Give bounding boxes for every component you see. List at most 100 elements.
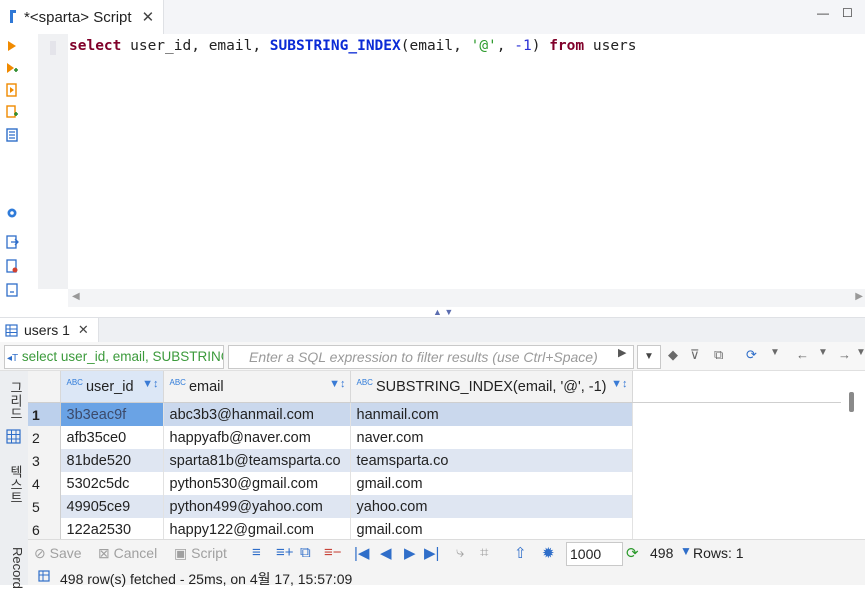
execute-script-new-tab-icon[interactable] — [5, 105, 19, 119]
maximize-icon[interactable]: ☐ — [842, 6, 853, 20]
refresh-mode-icon[interactable]: ⟳ — [746, 347, 757, 363]
cell-email[interactable]: python530@gmail.com — [163, 472, 351, 495]
sql-text: user_id, email, — [121, 38, 270, 54]
grid-view-icon[interactable] — [6, 429, 21, 444]
refresh-dropdown-icon[interactable]: ▼ — [770, 347, 780, 358]
save-icon: ⊘ — [34, 545, 46, 561]
cell-domain[interactable]: hanmail.com — [350, 402, 633, 426]
table-row[interactable]: 3 81bde520 sparta81b@teamsparta.co teams… — [28, 449, 841, 472]
side-tab-record[interactable]: Record — [3, 547, 25, 589]
column-header-email[interactable]: ABC email ▼↕ — [163, 371, 351, 403]
cell-user-id[interactable]: 81bde520 — [60, 449, 164, 472]
export-data-icon[interactable]: ⇧ — [514, 544, 527, 562]
explain-plan-icon[interactable] — [5, 128, 19, 142]
cell-email[interactable]: happyafb@naver.com — [163, 426, 351, 449]
scroll-left-icon[interactable]: ◀ — [72, 291, 80, 302]
side-tab-grid[interactable]: 그리드 — [3, 381, 25, 420]
edit-row-icon[interactable]: ≡ — [252, 544, 261, 561]
cell-email[interactable]: abc3b3@hanmail.com — [163, 402, 351, 426]
cell-user-id[interactable]: afb35ce0 — [60, 426, 164, 449]
sql-function: SUBSTRING_INDEX — [269, 38, 401, 54]
editor-action-gutter — [0, 34, 24, 309]
add-row-icon[interactable]: ≡+ — [276, 544, 294, 561]
side-tab-text[interactable]: 텍스트 — [3, 465, 25, 504]
column-header-substring-index[interactable]: ABC SUBSTRING_INDEX(email, '@', -1) ▼↕ — [350, 371, 633, 403]
table-row[interactable]: 4 5302c5dc python530@gmail.com gmail.com — [28, 472, 841, 495]
nav-back-icon[interactable]: ← — [796, 347, 809, 362]
close-icon[interactable]: ✕ — [78, 322, 89, 338]
result-grid[interactable]: ABC user_id ▼↕ ABC email ▼↕ ABC SUBSTRING_IND… — [28, 371, 841, 539]
sort-filter-icon[interactable]: ▼↕ — [611, 378, 627, 390]
copy-row-icon[interactable]: ⧉ — [300, 544, 311, 561]
fetch-all-icon[interactable]: ⌗ — [480, 544, 488, 561]
filter-settings-icon[interactable]: ⊽ — [690, 347, 700, 363]
scrollbar-thumb[interactable] — [849, 392, 854, 412]
column-header-user-id[interactable]: ABC user_id ▼↕ — [60, 371, 164, 403]
refresh-dropdown-icon[interactable]: ▼ — [680, 544, 692, 558]
filter-history-icon[interactable]: ⧉ — [714, 347, 723, 363]
scroll-right-icon[interactable]: ▶ — [855, 291, 863, 302]
cell-email[interactable]: happy122@gmail.com — [163, 518, 351, 539]
cell-user-id[interactable]: 122a2530 — [60, 518, 164, 539]
cell-user-id[interactable]: 49905ce9 — [60, 495, 164, 518]
editor-horizontal-scrollbar[interactable]: ◀ ▶ — [68, 289, 865, 307]
row-number: 5 — [28, 495, 61, 518]
cell-user-id[interactable]: 3b3eac9f — [60, 402, 164, 426]
gear-icon[interactable] — [5, 206, 19, 220]
panel-split-handle[interactable]: ▲ ▼ — [433, 307, 453, 317]
nav-forward-icon[interactable]: → — [838, 347, 851, 362]
fetch-next-icon[interactable]: ⤷ — [456, 544, 464, 561]
cell-domain[interactable]: teamsparta.co — [350, 449, 633, 472]
nav-back-dropdown-icon[interactable]: ▼ — [818, 347, 828, 358]
save-button[interactable]: ⊘ Save — [34, 545, 82, 562]
execute-statement-icon[interactable] — [5, 39, 19, 53]
empty-cell — [632, 426, 841, 449]
cell-domain[interactable]: gmail.com — [350, 518, 633, 539]
nav-forward-dropdown-icon[interactable]: ▼ — [856, 347, 865, 358]
delete-row-icon[interactable]: ≡− — [324, 544, 342, 561]
cell-email[interactable]: python499@yahoo.com — [163, 495, 351, 518]
cell-user-id[interactable]: 5302c5dc — [60, 472, 164, 495]
sort-filter-icon[interactable]: ▼↕ — [329, 378, 345, 390]
close-icon[interactable]: ✕ — [142, 8, 155, 26]
execute-script-icon[interactable] — [5, 83, 19, 97]
table-row[interactable]: 5 49905ce9 python499@yahoo.com yahoo.com — [28, 495, 841, 518]
row-number: 3 — [28, 449, 61, 472]
filter-history-dropdown[interactable]: ▼ — [637, 345, 661, 369]
sort-filter-icon[interactable]: ▼↕ — [142, 378, 158, 390]
table-row[interactable]: 6 122a2530 happy122@gmail.com gmail.com — [28, 518, 841, 539]
sql-editor[interactable]: select user_id, email, SUBSTRING_INDEX(e… — [0, 34, 865, 309]
cell-domain[interactable]: naver.com — [350, 426, 633, 449]
export-icon[interactable] — [5, 235, 19, 249]
fetch-size-input[interactable]: 1000 — [566, 542, 623, 566]
cell-domain[interactable]: yahoo.com — [350, 495, 633, 518]
grid-vertical-scrollbar[interactable] — [841, 371, 865, 539]
table-row[interactable]: 1 3b3eac9f abc3b3@hanmail.com hanmail.co… — [28, 402, 841, 426]
filter-expression-input[interactable]: Enter a SQL expression to filter results… — [228, 345, 634, 369]
first-page-icon[interactable]: |◀ — [354, 544, 369, 562]
table-row[interactable]: 2 afb35ce0 happyafb@naver.com naver.com — [28, 426, 841, 449]
next-page-icon[interactable]: ▶ — [404, 544, 416, 562]
cell-domain[interactable]: gmail.com — [350, 472, 633, 495]
gear-icon[interactable]: ✹ — [542, 544, 555, 562]
cell-email[interactable]: sparta81b@teamsparta.co — [163, 449, 351, 472]
load-script-icon[interactable] — [5, 283, 19, 297]
new-script-icon[interactable] — [5, 259, 19, 273]
cancel-button[interactable]: ⊠ Cancel — [98, 545, 157, 562]
refresh-icon[interactable]: ⟳ — [626, 544, 639, 562]
execute-in-new-tab-icon[interactable] — [5, 61, 19, 75]
query-preview[interactable]: ◂T select user_id, email, SUBSTRING_INDE… — [4, 345, 224, 369]
editor-tabbar: *<sparta> Script ✕ — ☐ — [0, 0, 865, 35]
editor-tab-script[interactable]: *<sparta> Script ✕ — [0, 0, 164, 34]
editor-ruler — [38, 34, 68, 289]
cancel-label: Cancel — [113, 545, 158, 561]
minimize-icon[interactable]: — — [817, 6, 829, 20]
previous-page-icon[interactable]: ◀ — [380, 544, 392, 562]
script-button[interactable]: ▣ Script — [174, 545, 227, 562]
fetch-status-text: 498 row(s) fetched - 25ms, on 4월 17, 15:… — [60, 571, 353, 587]
sql-code-line[interactable]: select user_id, email, SUBSTRING_INDEX(e… — [69, 38, 637, 54]
last-page-icon[interactable]: ▶| — [424, 544, 439, 562]
erase-filter-icon[interactable]: ◆ — [668, 347, 678, 363]
results-tab-users[interactable]: users 1 ✕ — [0, 318, 99, 342]
apply-filter-arrow-icon[interactable]: ▶ — [618, 346, 626, 359]
